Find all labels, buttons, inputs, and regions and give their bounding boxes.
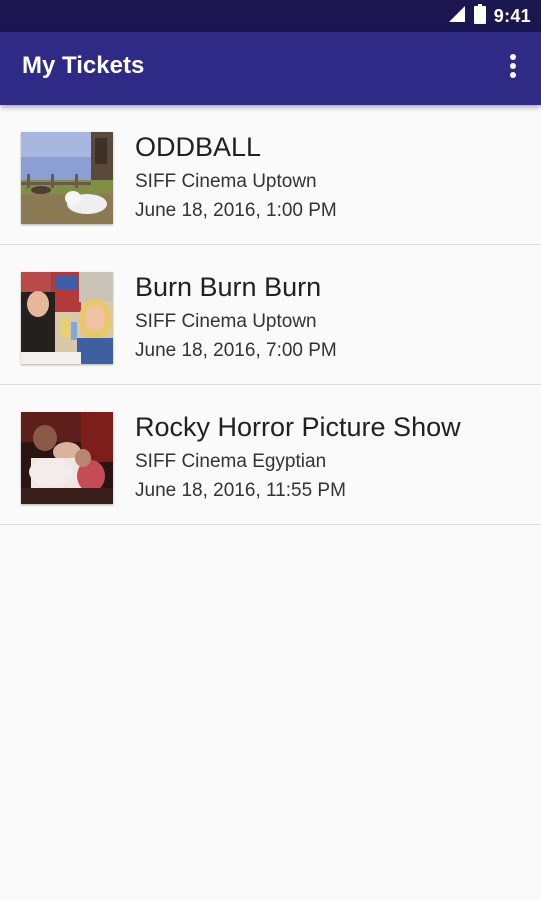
ticket-title: Burn Burn Burn (135, 272, 322, 302)
ticket-item[interactable]: ODDBALL SIFF Cinema Uptown June 18, 2016… (0, 105, 541, 245)
ticket-datetime: June 18, 2016, 1:00 PM (135, 200, 337, 221)
overflow-menu-button[interactable] (499, 52, 527, 84)
ticket-venue: SIFF Cinema Uptown (135, 171, 317, 192)
ticket-list: ODDBALL SIFF Cinema Uptown June 18, 2016… (0, 105, 541, 525)
page-title: My Tickets (22, 52, 145, 79)
ticket-venue: SIFF Cinema Uptown (135, 311, 317, 332)
ticket-title: ODDBALL (135, 132, 262, 162)
ticket-venue: SIFF Cinema Egyptian (135, 451, 327, 472)
status-icons: 9:41 (448, 0, 531, 32)
movie-poster-thumbnail (21, 412, 113, 504)
status-bar: 9:41 (0, 0, 541, 32)
status-time: 9:41 (493, 5, 531, 26)
ticket-item[interactable]: Burn Burn Burn SIFF Cinema Uptown June 1… (0, 245, 541, 385)
ticket-item[interactable]: Rocky Horror Picture Show SIFF Cinema Eg… (0, 385, 541, 525)
app-bar: My Tickets (0, 32, 541, 105)
battery-icon (473, 3, 486, 29)
overflow-menu-icon (509, 53, 517, 84)
ticket-datetime: June 18, 2016, 7:00 PM (135, 340, 337, 361)
signal-icon (448, 5, 466, 28)
movie-poster-thumbnail (21, 132, 113, 224)
movie-poster-thumbnail (21, 272, 113, 364)
ticket-datetime: June 18, 2016, 11:55 PM (135, 480, 346, 501)
ticket-title: Rocky Horror Picture Show (135, 412, 461, 442)
